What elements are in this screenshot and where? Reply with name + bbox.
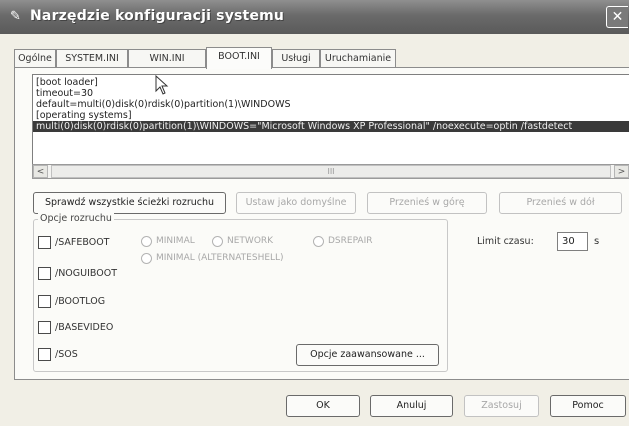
noguiboot-checkbox[interactable] [38, 267, 51, 280]
timeout-input[interactable] [557, 232, 588, 251]
tab-win-ini[interactable]: WIN.INI [128, 49, 206, 67]
safeboot-label[interactable]: /SAFEBOOT [55, 237, 109, 248]
ok-button[interactable]: OK [286, 395, 360, 417]
basevideo-checkbox[interactable] [38, 321, 51, 334]
boot-ini-listbox[interactable]: [boot loader] timeout=30 default=multi(0… [32, 74, 629, 177]
scroll-right-button[interactable]: > [614, 165, 629, 178]
cancel-button[interactable]: Anuluj [370, 395, 453, 417]
network-label[interactable]: NETWORK [227, 236, 273, 246]
close-button[interactable]: ✕ [606, 6, 628, 28]
tab-startup[interactable]: Uruchamianie [320, 49, 396, 67]
noguiboot-label[interactable]: /NOGUIBOOT [55, 268, 117, 279]
timeout-label: Limit czasu: [477, 236, 534, 247]
tab-general[interactable]: Ogólne [14, 49, 56, 67]
advanced-options-button[interactable]: Opcje zaawansowane ... [296, 344, 439, 366]
boot-ini-line[interactable]: [boot loader] [36, 77, 98, 88]
bootlog-checkbox[interactable] [38, 295, 51, 308]
boot-ini-line[interactable]: default=multi(0)disk(0)rdisk(0)partition… [36, 99, 291, 110]
minimal-radio[interactable] [141, 236, 152, 247]
dsrepair-label[interactable]: DSREPAIR [328, 236, 373, 246]
tab-boot-ini[interactable]: BOOT.INI [206, 47, 272, 69]
safeboot-checkbox[interactable] [38, 236, 51, 249]
timeout-unit: s [594, 236, 600, 247]
title-bar[interactable]: ✎ Narzędzie konfiguracji systemu ✕ [0, 0, 629, 34]
tab-system-ini[interactable]: SYSTEM.INI [56, 49, 128, 67]
boot-ini-line[interactable]: timeout=30 [36, 88, 93, 99]
alternateshell-label[interactable]: MINIMAL (ALTERNATESHELL) [156, 253, 284, 263]
sos-checkbox[interactable] [38, 348, 51, 361]
network-radio[interactable] [212, 236, 223, 247]
move-down-button[interactable]: Przenieś w dół [499, 192, 622, 214]
boot-ini-line[interactable]: [operating systems] [36, 110, 132, 121]
set-default-button[interactable]: Ustaw jako domyślne [236, 192, 356, 214]
move-up-button[interactable]: Przenieś w górę [367, 192, 487, 214]
mouse-cursor-icon [155, 75, 169, 95]
window-title: Narzędzie konfiguracji systemu [30, 8, 285, 24]
help-button[interactable]: Pomoc [550, 395, 626, 417]
tab-services[interactable]: Usługi [272, 49, 320, 67]
sos-label[interactable]: /SOS [55, 349, 78, 360]
system-config-icon: ✎ [10, 9, 21, 24]
dsrepair-radio[interactable] [313, 236, 324, 247]
boot-ini-line-selected[interactable]: multi(0)disk(0)rdisk(0)partition(1)\WIND… [33, 121, 629, 132]
scroll-left-button[interactable]: < [33, 165, 48, 178]
scroll-thumb[interactable]: III [51, 165, 611, 178]
minimal-label[interactable]: MINIMAL [156, 236, 195, 246]
alternateshell-radio[interactable] [141, 253, 152, 264]
apply-button[interactable]: Zastosuj [464, 395, 539, 417]
basevideo-label[interactable]: /BASEVIDEO [55, 322, 113, 333]
boot-options-label: Opcje rozruchu [38, 213, 114, 224]
bootlog-label[interactable]: /BOOTLOG [55, 296, 105, 307]
horizontal-scrollbar[interactable]: < III > [32, 164, 629, 179]
system-config-window: ✎ Narzędzie konfiguracji systemu ✕ Ogóln… [0, 0, 629, 426]
check-boot-paths-button[interactable]: Sprawdź wszystkie ścieżki rozruchu [33, 192, 226, 214]
